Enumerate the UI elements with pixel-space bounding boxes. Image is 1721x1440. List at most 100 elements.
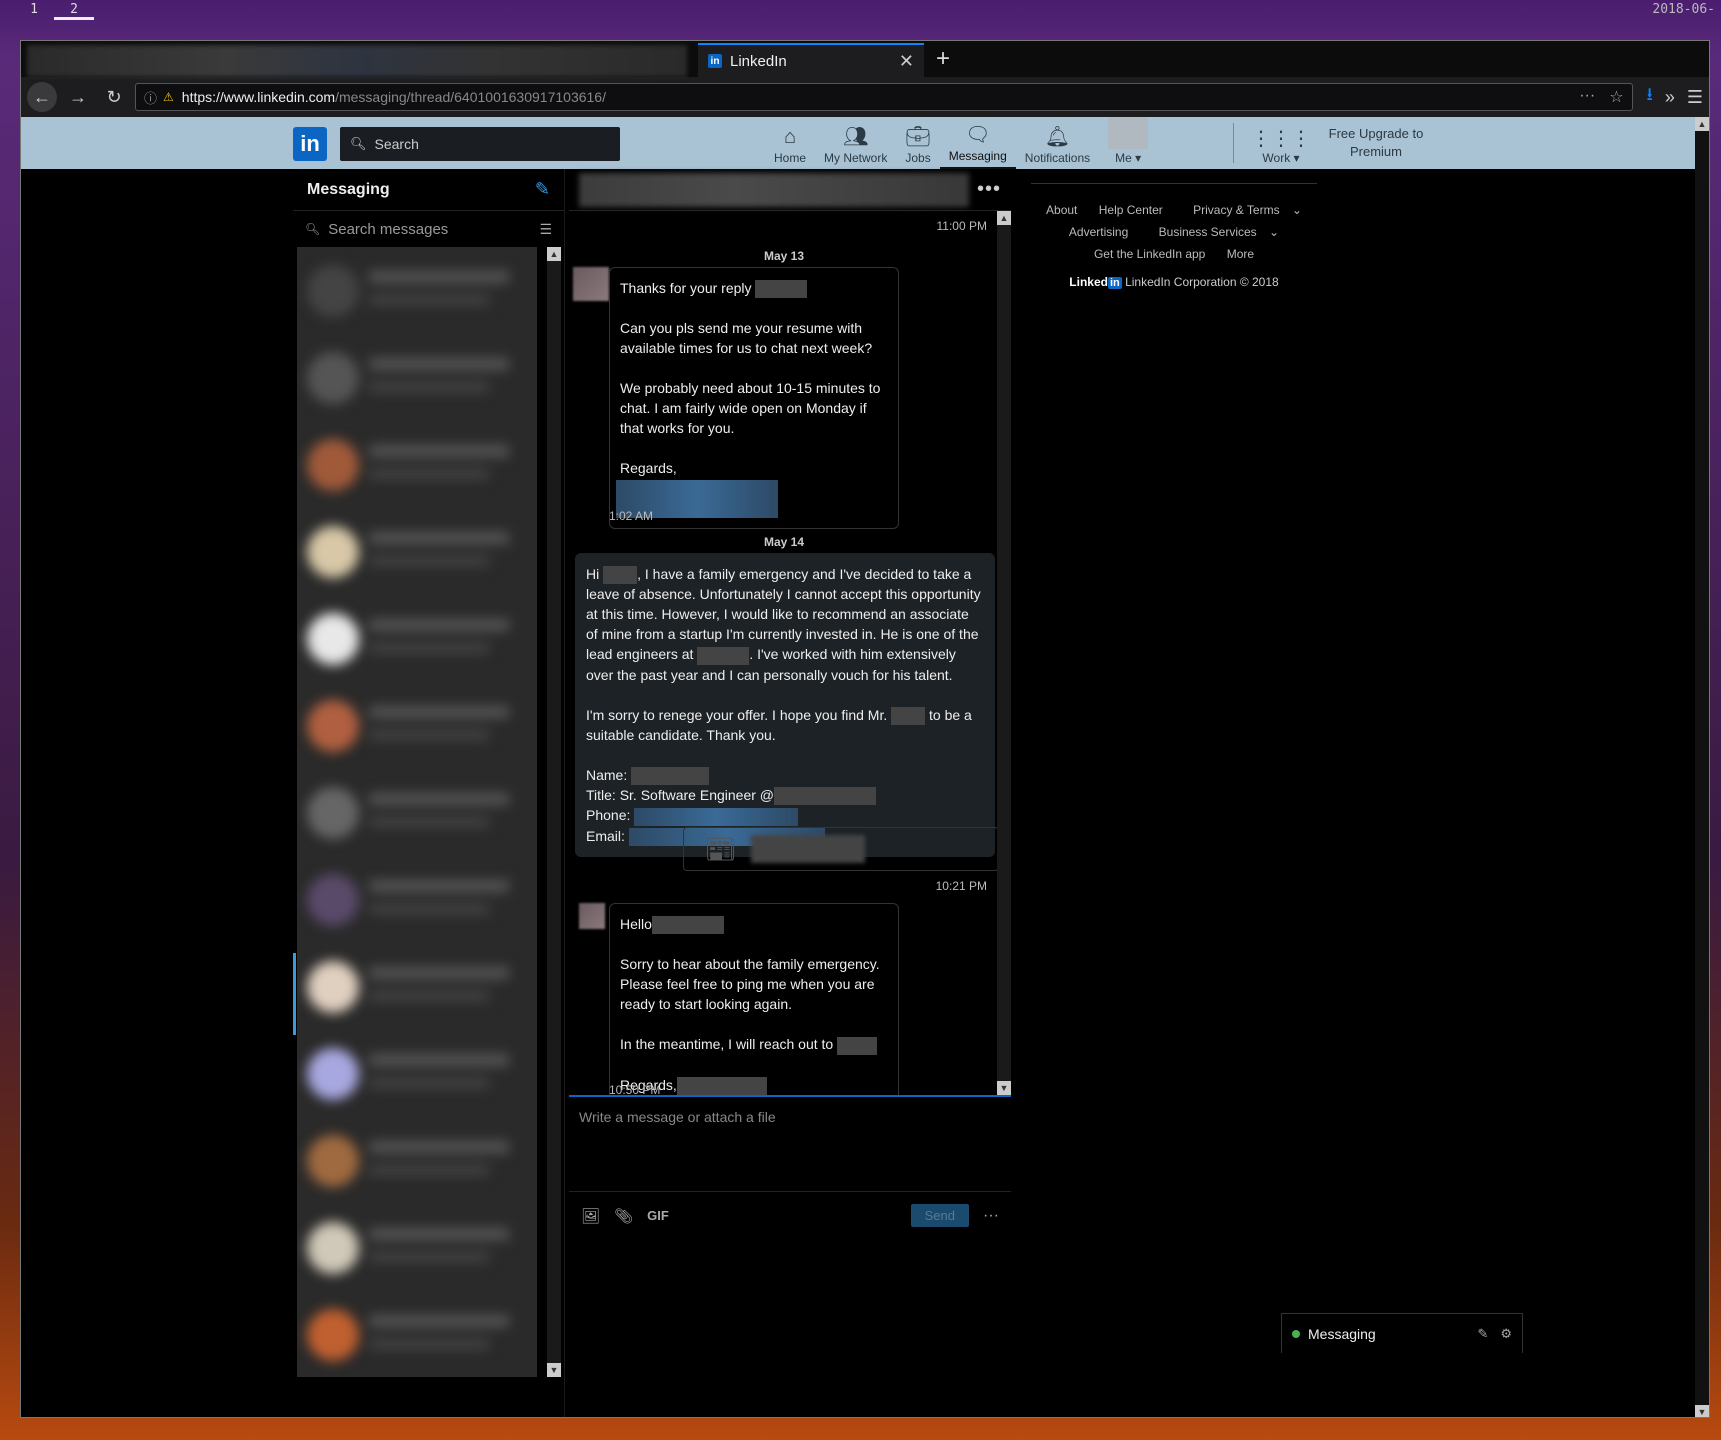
list-item[interactable] xyxy=(297,508,537,595)
divider xyxy=(1031,183,1317,184)
download-icon[interactable]: ⭳ xyxy=(1647,82,1653,112)
linkedin-page: in 🔍︎ Search ⌂ Home 👥︎ My Network 💼︎ Job… xyxy=(21,117,1709,1417)
redacted-text xyxy=(891,706,926,725)
received-message: Hello Sorry to hear about the family eme… xyxy=(609,903,899,1106)
list-item[interactable] xyxy=(297,1291,537,1377)
page-scrollbar[interactable]: ▲ ▼ xyxy=(1695,117,1709,1417)
search-icon: 🔍︎ xyxy=(350,136,367,151)
list-item[interactable] xyxy=(297,1204,537,1291)
search-messages-input[interactable]: 🔍︎ Search messages ☰ xyxy=(293,211,564,247)
footer-link-privacy-terms[interactable]: Privacy & Terms ⌄ xyxy=(1184,203,1302,217)
info-icon[interactable]: ⓘ xyxy=(144,88,157,107)
list-item[interactable] xyxy=(297,943,537,1030)
linkedin-logo-icon[interactable]: in xyxy=(293,127,327,161)
message-composer[interactable]: Write a message or attach a file xyxy=(569,1095,1011,1191)
nav-notifications[interactable]: 🔔︎ Notifications xyxy=(1016,117,1099,169)
forward-button[interactable]: → xyxy=(63,82,93,112)
briefcase-icon: 💼︎ xyxy=(905,126,931,148)
footer-link-about[interactable]: About xyxy=(1046,203,1077,217)
list-item[interactable] xyxy=(297,1030,537,1117)
apps-grid-icon: ⋮⋮⋮ xyxy=(1251,128,1311,150)
compose-icon[interactable]: ✎ xyxy=(535,179,550,200)
redacted-text xyxy=(774,787,876,806)
footer-link-advertising[interactable]: Advertising xyxy=(1069,225,1128,239)
redacted-text xyxy=(651,916,724,935)
nav-my-network-label: My Network xyxy=(824,151,888,165)
scroll-up-icon[interactable]: ▲ xyxy=(547,247,561,261)
thread-participant-name[interactable] xyxy=(579,172,969,207)
back-button[interactable]: ← xyxy=(27,82,57,112)
conversation-list xyxy=(297,247,537,1377)
list-item[interactable] xyxy=(297,247,537,334)
workspace-2[interactable]: 2 xyxy=(54,2,94,20)
scroll-down-icon[interactable]: ▼ xyxy=(997,1081,1011,1095)
hamburger-menu-icon[interactable]: ☰ xyxy=(1687,87,1703,108)
list-item[interactable] xyxy=(297,334,537,421)
compose-icon[interactable]: ✎ xyxy=(1477,1326,1488,1342)
reload-button[interactable]: ↻ xyxy=(99,82,129,112)
network-icon: 👥︎ xyxy=(842,126,869,148)
gif-button[interactable]: GIF xyxy=(647,1208,669,1223)
list-item[interactable] xyxy=(297,421,537,508)
nav-my-network[interactable]: 👥︎ My Network xyxy=(815,117,896,169)
composer-options-icon[interactable]: ··· xyxy=(983,1207,999,1225)
url-bar[interactable]: ⓘ ⚠ https://www.linkedin.com/messaging/t… xyxy=(135,83,1633,111)
premium-upgrade-link[interactable]: Free Upgrade to Premium xyxy=(1321,125,1431,161)
linkedin-favicon-icon: in xyxy=(708,54,722,68)
nav-messaging[interactable]: 🗨︎ Messaging xyxy=(939,117,1016,169)
nav-jobs[interactable]: 💼︎ Jobs xyxy=(896,117,939,169)
bookmark-star-icon[interactable]: ☆ xyxy=(1609,87,1623,107)
send-button[interactable]: Send xyxy=(910,1204,970,1227)
linkedin-wordmark: Linked in xyxy=(1069,275,1122,289)
redacted-text xyxy=(631,767,710,786)
global-search-input[interactable]: 🔍︎ Search xyxy=(340,127,620,161)
thread-options-icon[interactable]: ••• xyxy=(977,178,1001,201)
message-thread: ••• 11:00 PM May 13 Thanks for your repl… xyxy=(569,169,1011,1417)
close-tab-icon[interactable]: ✕ xyxy=(899,51,914,72)
nav-home[interactable]: ⌂ Home xyxy=(765,117,815,169)
scroll-up-icon[interactable]: ▲ xyxy=(1695,117,1709,131)
messaging-header: Messaging ✎ xyxy=(293,169,564,211)
nav-me[interactable]: Me ▾ xyxy=(1099,117,1157,169)
redacted-text xyxy=(676,1076,767,1095)
avatar[interactable] xyxy=(573,267,609,301)
list-item[interactable] xyxy=(297,856,537,943)
conversation-scrollbar[interactable]: ▲ ▼ xyxy=(547,247,561,1377)
footer-links: About Help Center Privacy & Terms ⌄ Adve… xyxy=(1031,199,1317,265)
paperclip-icon[interactable]: 📎︎ xyxy=(614,1207,633,1225)
dock-label: Messaging xyxy=(1308,1325,1376,1342)
nav-home-label: Home xyxy=(774,151,807,165)
scroll-up-icon[interactable]: ▲ xyxy=(997,211,1011,225)
list-item[interactable] xyxy=(297,682,537,769)
overflow-chevron-icon[interactable]: » xyxy=(1665,87,1675,108)
list-item[interactable] xyxy=(297,769,537,856)
redacted-text xyxy=(634,807,799,826)
composer-placeholder: Write a message or attach a file xyxy=(579,1109,776,1125)
filter-icon[interactable]: ☰ xyxy=(539,221,552,238)
nav-work[interactable]: ⋮⋮⋮ Work ▾ xyxy=(1251,117,1311,169)
footer-link-get-app[interactable]: Get the LinkedIn app xyxy=(1094,247,1205,261)
list-item[interactable] xyxy=(297,1117,537,1204)
tab-linkedin[interactable]: in LinkedIn ✕ xyxy=(698,43,924,77)
thread-scrollbar[interactable]: ▲ ▼ xyxy=(997,211,1011,1095)
nav-jobs-label: Jobs xyxy=(905,151,931,165)
list-item[interactable] xyxy=(297,595,537,682)
avatar[interactable] xyxy=(579,903,605,929)
scroll-down-icon[interactable]: ▼ xyxy=(1695,1405,1709,1417)
attachment-card[interactable]: 📰︎ xyxy=(683,827,999,871)
redacted-text xyxy=(837,1036,878,1055)
message-text: Regards, xyxy=(616,458,888,519)
new-tab-button[interactable]: + xyxy=(936,45,950,73)
insecure-lock-icon[interactable]: ⚠ xyxy=(163,90,174,104)
gear-icon[interactable]: ⚙ xyxy=(1500,1326,1512,1342)
footer-link-more[interactable]: More xyxy=(1227,247,1254,261)
workspace-1[interactable]: 1 xyxy=(14,2,54,17)
messaging-dock[interactable]: Messaging ✎ ⚙ xyxy=(1281,1313,1523,1353)
image-icon[interactable]: 🖼︎ xyxy=(581,1207,600,1225)
page-actions-icon[interactable]: ··· xyxy=(1579,87,1595,107)
scroll-down-icon[interactable]: ▼ xyxy=(547,1363,561,1377)
footer-link-help-center[interactable]: Help Center xyxy=(1099,203,1163,217)
workspace-switcher[interactable]: 12 xyxy=(14,2,94,20)
footer-link-business-services[interactable]: Business Services ⌄ xyxy=(1150,225,1279,239)
nav-messaging-label: Messaging xyxy=(948,149,1007,163)
